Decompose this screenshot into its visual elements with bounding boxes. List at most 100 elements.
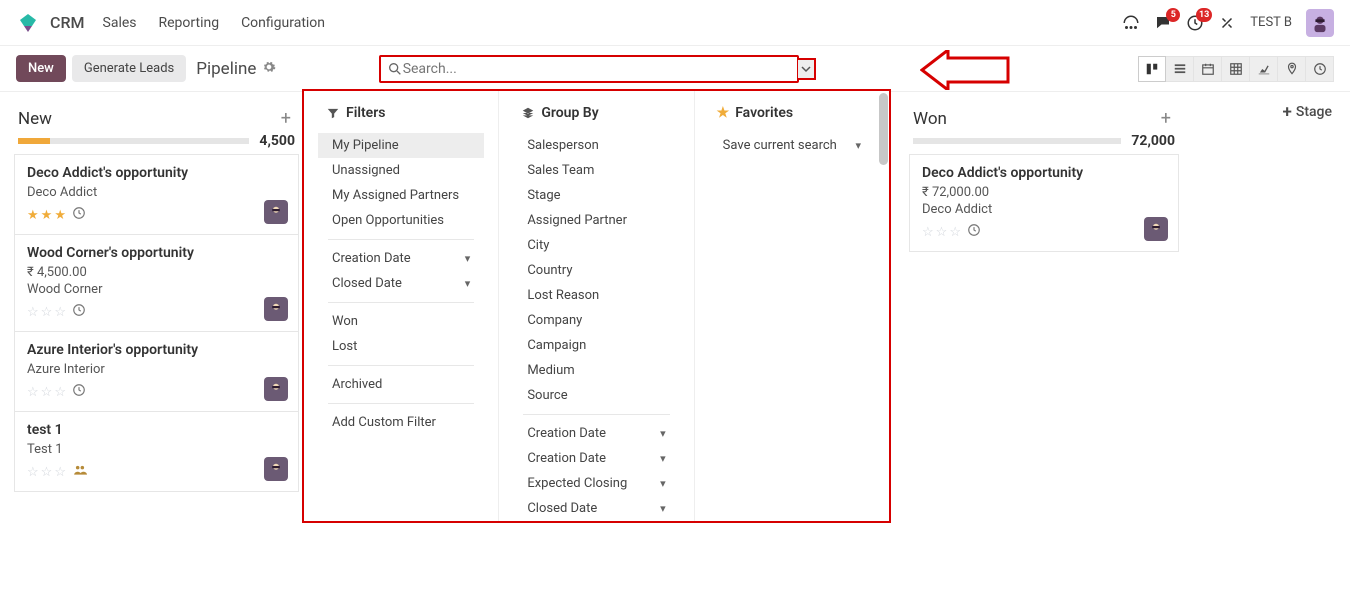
app-brand: CRM — [50, 13, 85, 32]
group-creation-date-1[interactable]: Creation Date▾ — [513, 421, 679, 446]
group-country[interactable]: Country — [513, 258, 679, 283]
filter-open-opportunities[interactable]: Open Opportunities — [318, 208, 484, 233]
clock-icon[interactable] — [72, 383, 86, 401]
chevron-down-icon: ▾ — [660, 502, 666, 515]
card-avatar[interactable] — [1144, 217, 1168, 241]
filter-icon — [326, 106, 340, 120]
user-label[interactable]: TEST B — [1250, 15, 1292, 30]
card-customer: Wood Corner — [27, 282, 286, 297]
group-company[interactable]: Company — [513, 308, 679, 333]
card-amount: ₹ 72,000.00 — [922, 185, 1166, 200]
group-city[interactable]: City — [513, 233, 679, 258]
card[interactable]: Azure Interior's opportunity Azure Inter… — [14, 331, 299, 412]
card-customer: Deco Addict — [27, 185, 286, 200]
search-dropdown-panel: Filters My Pipeline Unassigned My Assign… — [302, 89, 891, 523]
chevron-down-icon: ▾ — [660, 452, 666, 465]
view-activity[interactable] — [1306, 56, 1334, 82]
user-avatar[interactable] — [1306, 9, 1334, 37]
scrollbar-thumb[interactable] — [879, 93, 888, 165]
card[interactable]: test 1 Test 1 ☆☆☆ — [14, 411, 299, 492]
add-stage-button[interactable]: + Stage — [1283, 102, 1332, 122]
nav-configuration[interactable]: Configuration — [241, 15, 325, 31]
group-stage[interactable]: Stage — [513, 183, 679, 208]
card-avatar[interactable] — [264, 377, 288, 401]
annotation-arrow — [920, 50, 1010, 94]
search-input[interactable] — [403, 61, 791, 77]
search-box[interactable] — [379, 55, 799, 83]
favorite-save-search[interactable]: Save current search▾ — [709, 133, 875, 158]
priority-stars[interactable]: ☆☆☆ — [27, 385, 66, 400]
add-stage-label: Stage — [1296, 104, 1332, 120]
card-avatar[interactable] — [264, 200, 288, 224]
filter-unassigned[interactable]: Unassigned — [318, 158, 484, 183]
card[interactable]: Deco Addict's opportunity Deco Addict ★★… — [14, 154, 299, 235]
filter-won[interactable]: Won — [318, 309, 484, 334]
priority-stars[interactable]: ☆☆☆ — [27, 465, 66, 480]
star-icon: ★ — [717, 105, 730, 121]
filter-lost[interactable]: Lost — [318, 334, 484, 359]
search-icon — [387, 61, 403, 77]
filter-creation-date[interactable]: Creation Date▾ — [318, 246, 484, 271]
priority-stars[interactable]: ★★★ — [27, 208, 66, 223]
filter-closed-date[interactable]: Closed Date▾ — [318, 271, 484, 296]
chat-icon[interactable]: 5 — [1154, 14, 1172, 32]
view-kanban[interactable] — [1138, 56, 1166, 82]
group-lost-reason[interactable]: Lost Reason — [513, 283, 679, 308]
filter-archived[interactable]: Archived — [318, 372, 484, 397]
stage-new-title[interactable]: New — [18, 109, 277, 129]
group-assigned-partner[interactable]: Assigned Partner — [513, 208, 679, 233]
card[interactable]: Wood Corner's opportunity ₹ 4,500.00 Woo… — [14, 234, 299, 332]
gear-icon[interactable] — [262, 59, 276, 79]
search-dropdown-toggle[interactable] — [798, 58, 816, 80]
priority-stars[interactable]: ☆☆☆ — [922, 225, 961, 240]
new-button[interactable]: New — [16, 55, 66, 82]
view-graph[interactable] — [1250, 56, 1278, 82]
favorites-header: Favorites — [735, 105, 793, 121]
view-list[interactable] — [1166, 56, 1194, 82]
nav-reporting[interactable]: Reporting — [159, 15, 220, 31]
filter-my-assigned-partners[interactable]: My Assigned Partners — [318, 183, 484, 208]
group-salesperson[interactable]: Salesperson — [513, 133, 679, 158]
chevron-down-icon: ▾ — [855, 139, 861, 152]
view-pivot[interactable] — [1222, 56, 1250, 82]
group-creation-date-2[interactable]: Creation Date▾ — [513, 446, 679, 471]
group-sales-team[interactable]: Sales Team — [513, 158, 679, 183]
card[interactable]: Deco Addict's opportunity ₹ 72,000.00 De… — [909, 154, 1179, 252]
card-title: Wood Corner's opportunity — [27, 245, 286, 261]
filter-my-pipeline[interactable]: My Pipeline — [318, 133, 484, 158]
group-medium[interactable]: Medium — [513, 358, 679, 383]
stage-new-progress — [18, 138, 249, 144]
tools-icon[interactable] — [1218, 14, 1236, 32]
group-icon — [72, 463, 88, 481]
stage-new-total: 4,500 — [259, 133, 295, 149]
nav-sales[interactable]: Sales — [103, 15, 137, 31]
stage-won-title[interactable]: Won — [913, 109, 1157, 129]
activity-icon[interactable]: 13 — [1186, 14, 1204, 32]
breadcrumb: Pipeline — [196, 59, 256, 79]
card-customer: Deco Addict — [922, 202, 1166, 217]
clock-icon[interactable] — [72, 303, 86, 321]
view-map[interactable] — [1278, 56, 1306, 82]
card-avatar[interactable] — [264, 457, 288, 481]
card-title: Deco Addict's opportunity — [922, 165, 1166, 181]
clock-icon[interactable] — [967, 223, 981, 241]
chevron-down-icon: ▾ — [465, 277, 471, 290]
clock-icon[interactable] — [72, 206, 86, 224]
card-customer: Test 1 — [27, 442, 286, 457]
generate-leads-button[interactable]: Generate Leads — [72, 55, 186, 82]
group-expected-closing[interactable]: Expected Closing▾ — [513, 471, 679, 496]
priority-stars[interactable]: ☆☆☆ — [27, 305, 66, 320]
group-source[interactable]: Source — [513, 383, 679, 408]
card-customer: Azure Interior — [27, 362, 286, 377]
group-closed-date[interactable]: Closed Date▾ — [513, 496, 679, 521]
filters-header: Filters — [346, 105, 385, 121]
dial-icon[interactable] — [1122, 14, 1140, 32]
group-campaign[interactable]: Campaign — [513, 333, 679, 358]
view-calendar[interactable] — [1194, 56, 1222, 82]
card-amount: ₹ 4,500.00 — [27, 265, 286, 280]
stage-won-add[interactable]: + — [1157, 108, 1175, 129]
card-avatar[interactable] — [264, 297, 288, 321]
chevron-down-icon: ▾ — [660, 477, 666, 490]
filter-add-custom[interactable]: Add Custom Filter — [318, 410, 484, 435]
stage-new-add[interactable]: + — [277, 108, 295, 129]
